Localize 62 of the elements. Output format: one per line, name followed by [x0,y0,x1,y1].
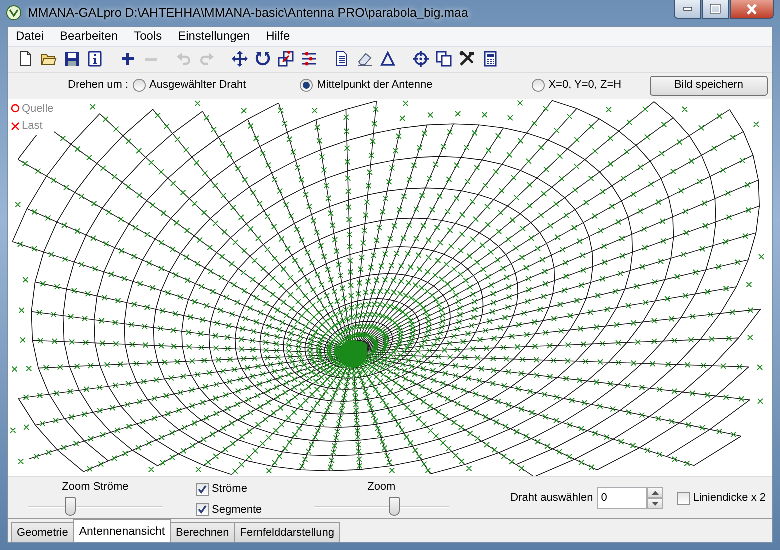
radio-label[interactable]: X=0, Y=0, Z=H [548,77,622,94]
slider-label: Zoom Ströme [62,480,129,495]
menu-item[interactable]: Tools [126,27,170,46]
tab[interactable]: Antennenansicht [73,519,172,542]
resize-icon [278,51,294,68]
slider-thumb[interactable] [65,496,76,516]
checkbox[interactable] [196,503,209,516]
redo-icon [198,51,214,68]
eraser-icon [356,51,372,68]
minimize-button[interactable] [674,0,701,19]
legend-label: Last [22,119,43,134]
plus-icon [120,51,136,68]
menu-item[interactable]: Bearbeiten [52,27,126,46]
slider-track[interactable] [28,496,163,516]
close-icon [746,4,758,14]
info-icon [86,51,102,68]
maximize-icon [710,4,721,14]
checkbox-label[interactable]: Segmente [212,502,262,518]
radio-label[interactable]: Mittelpunkt der Antenne [317,77,433,94]
calculator-icon [482,51,498,68]
legend-label: Quelle [22,102,54,117]
close-button[interactable] [730,0,774,19]
rotate-icon [254,51,270,68]
maximize-button[interactable] [702,0,729,19]
triangle-icon [380,51,396,68]
list-lines-icon [300,51,316,68]
copy-icon [436,51,452,68]
tab[interactable]: Fernfelddarstellung [234,522,340,542]
rotate-label: Drehen um : [68,78,129,94]
file-icon [18,51,34,68]
window-title: MMANA-GALpro D:\AHTEHHA\MMANA-basic\Antenna PRO\parabola_big.maa [28,4,468,22]
move-arrows-icon [232,51,248,68]
minus-icon [144,58,156,61]
radio-label[interactable]: Ausgewählter Draht [150,77,246,94]
slider-thumb[interactable] [388,496,400,516]
radio-button[interactable] [132,79,146,92]
radio-button[interactable] [532,79,545,92]
checkbox[interactable] [677,492,690,504]
undo-icon [176,51,192,68]
menu-item[interactable]: Hilfe [258,27,298,46]
minimize-icon [682,7,692,11]
slider-track[interactable] [314,496,450,516]
checkbox-label[interactable]: Ströme [212,481,248,498]
save-image-button[interactable]: Bild speichern [650,76,768,96]
up-arrow-icon [652,490,659,494]
checkbox[interactable] [196,482,209,496]
spin-up-button[interactable] [647,487,664,498]
slider-label: Zoom [368,480,396,495]
document-icon [334,51,350,68]
tab[interactable]: Geometrie [11,522,74,542]
hammer-wrench-icon [458,51,474,68]
spin-down-button[interactable] [647,498,664,509]
app-logo-icon [6,5,22,21]
menu-item[interactable]: Datei [8,27,52,46]
menu-item[interactable]: Einstellungen [170,27,258,46]
down-arrow-icon [652,502,659,506]
number-field[interactable]: 0 [597,487,648,509]
radio-button[interactable] [300,79,314,92]
wire-select-label: Draht auswählen [510,490,594,506]
checkbox-label[interactable]: Liniendicke x 2 [693,490,766,506]
tab[interactable]: Berechnen [170,522,236,542]
crosshair-icon [412,51,428,68]
